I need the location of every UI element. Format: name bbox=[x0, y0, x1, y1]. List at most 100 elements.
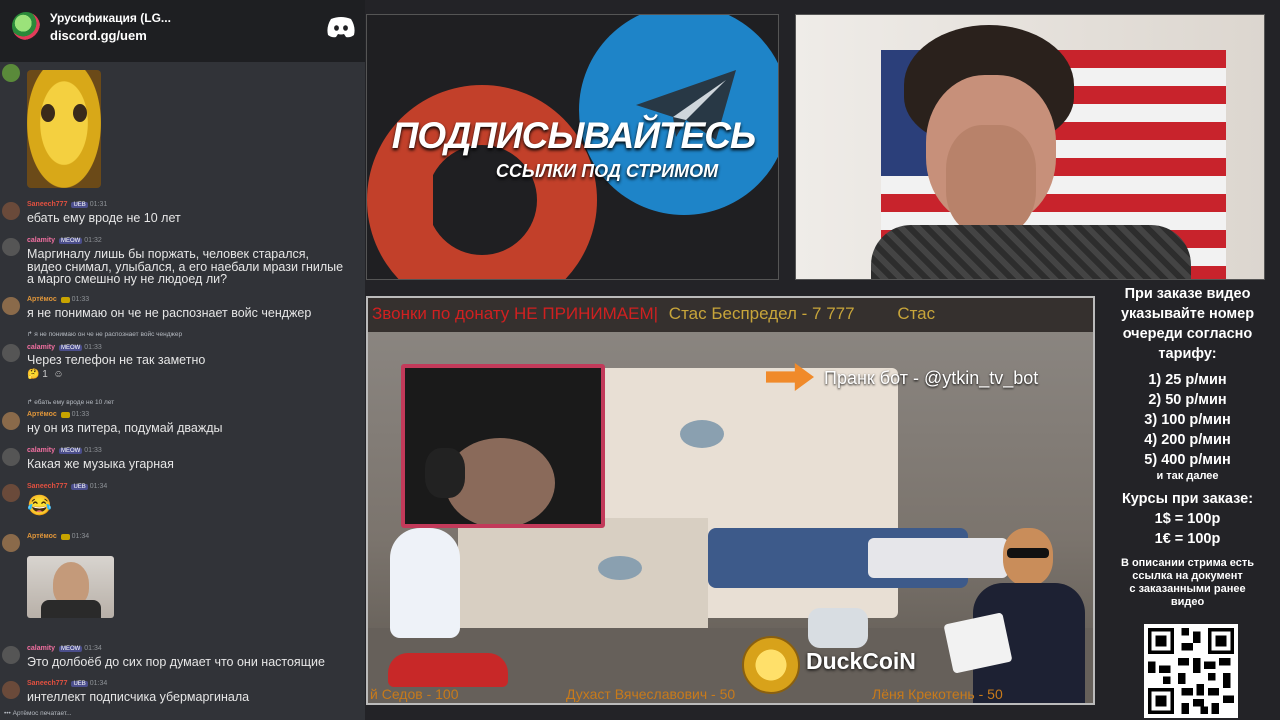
message-meta: Saneech777 UEB 01:34 bbox=[27, 483, 107, 490]
pigeon-icon bbox=[680, 420, 724, 448]
username[interactable]: calamity bbox=[27, 447, 55, 454]
avatar bbox=[2, 448, 20, 466]
desc-line: ссылка на документ bbox=[1132, 570, 1243, 582]
prank-bot-label: Пранк бот - @ytkin_tv_bot bbox=[824, 368, 1039, 388]
message-text: Это долбоёб до сих пор думает что они на… bbox=[27, 655, 325, 669]
ticker-donor-next: Стас bbox=[897, 304, 936, 323]
patreon-bar bbox=[399, 165, 433, 279]
message-meta: Saneech777 UEB 01:31 bbox=[27, 201, 107, 208]
promo-subtitle: ССЫЛКИ ПОД СТРИМОМ bbox=[495, 161, 719, 181]
username[interactable]: Артёмос bbox=[27, 411, 57, 418]
chat-message: calamity MEOW 01:33 Какая же музыка угар… bbox=[0, 446, 365, 474]
message-meta: Saneech777 UEB 01:34 bbox=[27, 680, 107, 687]
chat-message: calamity MEOW 01:34 Это долбоёб до сих п… bbox=[0, 644, 365, 672]
donor-ticker: й Седов - 100 Духаст Вячеславович - 50 Л… bbox=[368, 686, 1093, 703]
avatar bbox=[2, 344, 20, 362]
timestamp: 01:34 bbox=[89, 483, 108, 490]
username[interactable]: calamity bbox=[27, 645, 55, 652]
message-meta: Артёмос 01:34 bbox=[27, 533, 89, 540]
username[interactable]: calamity bbox=[27, 237, 55, 244]
pigeon-icon bbox=[598, 556, 642, 580]
streamer-hand bbox=[946, 125, 1036, 235]
reply-preview[interactable]: ↱ ебать ему вроде не 10 лет bbox=[27, 398, 114, 406]
subscribe-promo-panel: ПОДПИСЫВАЙТЕСЬ ССЫЛКИ ПОД СТРИМОМ bbox=[366, 14, 779, 280]
message-text: Через телефон не так заметно bbox=[27, 353, 206, 367]
duck-eye-right bbox=[73, 104, 87, 122]
chat-message: Saneech777 UEB 01:34 😂 bbox=[0, 482, 365, 522]
webcam-feed bbox=[795, 14, 1265, 280]
role-badge: MEOW bbox=[58, 448, 83, 454]
ticker-text: Звонки по донату НЕ ПРИНИМАЕМ| Стас Бесп… bbox=[372, 304, 935, 324]
invite-link[interactable]: discord.gg/uem bbox=[50, 28, 147, 43]
typing-dots-icon: ••• bbox=[4, 710, 11, 717]
username[interactable]: Артёмос bbox=[27, 296, 57, 303]
timestamp: 01:32 bbox=[84, 237, 102, 244]
donor-entry: Духаст Вячеславович - 50 bbox=[566, 686, 736, 702]
ticker-message: Звонки по донату НЕ ПРИНИМАЕМ| bbox=[372, 304, 659, 323]
avatar bbox=[2, 64, 20, 82]
adventure-time-ice-king-icon bbox=[390, 528, 460, 638]
inset-headphones bbox=[425, 448, 465, 498]
donation-ticker: Звонки по донату НЕ ПРИНИМАЕМ| Стас Бесп… bbox=[368, 298, 1093, 332]
qr-code-icon[interactable] bbox=[1144, 624, 1238, 718]
attached-image-duck[interactable] bbox=[27, 70, 101, 188]
message-meta: Артёмос 01:33 bbox=[27, 296, 89, 303]
username[interactable]: Артёмос bbox=[27, 533, 57, 540]
role-badge: UEB bbox=[71, 484, 88, 490]
promo-title: ПОДПИСЫВАЙТЕСЬ bbox=[391, 115, 756, 156]
info-line: При заказе видео bbox=[1124, 286, 1251, 302]
tariff-item: 4) 200 р/мин bbox=[1144, 432, 1231, 448]
role-badge bbox=[60, 534, 70, 540]
message-text-line3: а марго смешно ну не людоед ли? bbox=[27, 272, 228, 286]
add-reaction-icon[interactable]: ☺ bbox=[53, 369, 63, 380]
avatar bbox=[2, 484, 20, 502]
chat-message-reply: ↱ я не понимаю он че не распознает войс … bbox=[0, 330, 365, 385]
man-sunglasses bbox=[1007, 548, 1049, 558]
chat-message-reply: ↱ ебать ему вроде не 10 лет Артёмос 01:3… bbox=[0, 398, 365, 438]
rate-eur: 1€ = 100р bbox=[1154, 531, 1221, 547]
info-line: тарифу: bbox=[1158, 346, 1217, 362]
robot-dog-icon bbox=[808, 608, 868, 648]
message-meta: calamity MEOW 01:33 bbox=[27, 447, 102, 454]
role-badge: MEOW bbox=[58, 238, 83, 244]
timestamp: 01:31 bbox=[89, 201, 108, 208]
reply-text: я не понимаю он че не распознает войс че… bbox=[34, 331, 183, 338]
photo-shirt bbox=[41, 600, 101, 618]
username[interactable]: Saneech777 bbox=[27, 483, 67, 490]
reply-preview[interactable]: ↱ я не понимаю он че не распознает войс … bbox=[27, 330, 182, 338]
discord-logo-icon bbox=[327, 17, 355, 38]
avatar bbox=[2, 297, 20, 315]
message-text: ну он из питера, подумай дважды bbox=[27, 421, 223, 435]
timestamp: 01:33 bbox=[84, 344, 102, 351]
timestamp: 01:34 bbox=[89, 680, 108, 687]
role-badge bbox=[60, 412, 70, 418]
info-line: указывайте номер bbox=[1120, 306, 1255, 322]
typing-indicator: ••• Артёмос печатает... bbox=[4, 710, 72, 717]
desc-line: В описании стрима есть bbox=[1120, 557, 1255, 569]
avatar bbox=[2, 238, 20, 256]
timestamp: 01:34 bbox=[84, 645, 102, 652]
chat-message: Артёмос 01:33 я не понимаю он че не расп… bbox=[0, 295, 365, 323]
avatar bbox=[2, 412, 20, 430]
timestamp: 01:33 bbox=[71, 296, 90, 303]
username[interactable]: Saneech777 bbox=[27, 680, 67, 687]
timestamp: 01:33 bbox=[84, 447, 102, 454]
message-text: Маргиналу лишь бы поржать, человек стара… bbox=[27, 247, 309, 261]
timestamp: 01:34 bbox=[71, 533, 90, 540]
desc-line: с заказанными ранее bbox=[1129, 583, 1246, 595]
message-meta: calamity MEOW 01:33 bbox=[27, 344, 102, 351]
message-meta: calamity MEOW 01:32 bbox=[27, 237, 102, 244]
rate-usd: 1$ = 100р bbox=[1154, 511, 1221, 527]
reaction-thinking[interactable]: 🤔 1 ☺ bbox=[27, 369, 64, 380]
chat-message: Saneech777 UEB 01:34 интеллект подписчик… bbox=[0, 679, 365, 707]
streamer-shirt bbox=[871, 225, 1191, 279]
donor-entry: й Седов - 100 bbox=[370, 686, 459, 702]
avatar bbox=[2, 646, 20, 664]
duckcoin-label: DuckCoiN bbox=[806, 648, 916, 674]
reaction-count: 1 bbox=[42, 369, 48, 380]
attached-photo[interactable] bbox=[27, 556, 114, 618]
username[interactable]: calamity bbox=[27, 344, 55, 351]
tariff-item: 2) 50 р/мин bbox=[1148, 392, 1227, 408]
username[interactable]: Saneech777 bbox=[27, 201, 67, 208]
server-icon[interactable] bbox=[12, 12, 40, 40]
